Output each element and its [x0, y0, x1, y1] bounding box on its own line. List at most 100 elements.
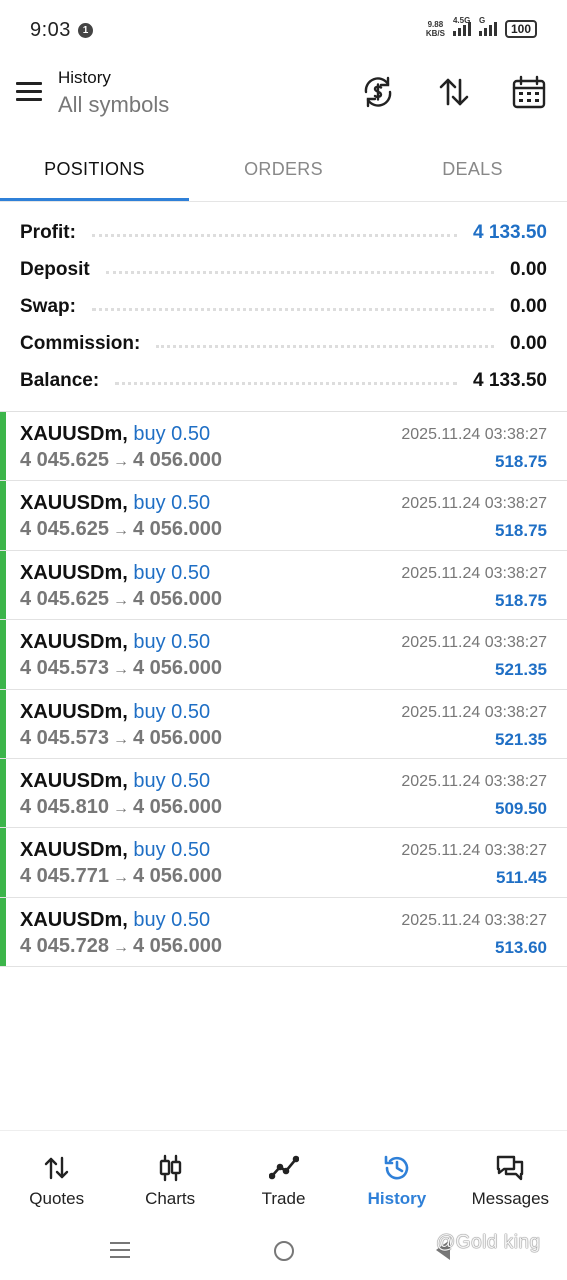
arrow-right-icon: →: [112, 938, 129, 956]
positions-list: XAUUSDm, buy 0.50 4 045.625 → 4 056.000 20…: [0, 412, 567, 968]
list-item[interactable]: XAUUSDm, buy 0.50 4 045.573 → 4 056.000 20…: [0, 620, 567, 690]
swap-label: Swap:: [20, 295, 76, 317]
close-price: 4 056.000: [132, 657, 222, 680]
calendar-icon[interactable]: [511, 74, 547, 110]
nav-messages[interactable]: Messages: [454, 1131, 567, 1222]
deal-profit: 513.60: [495, 937, 547, 957]
tab-orders[interactable]: ORDERS: [189, 140, 378, 201]
deal-side: buy 0.50: [133, 631, 211, 654]
status-bar: 9:03 1 9.88 KB/S 4.5G G 100: [0, 0, 567, 60]
nav-history[interactable]: History: [340, 1131, 453, 1222]
history-icon: [384, 1155, 409, 1180]
arrow-right-icon: →: [112, 799, 129, 817]
buy-indicator-bar: [0, 897, 6, 967]
deal-side: buy 0.50: [133, 561, 211, 584]
quotes-icon: [44, 1156, 68, 1180]
commission-value: 0.00: [510, 332, 547, 354]
close-price: 4 056.000: [132, 449, 222, 471]
symbol-filter[interactable]: All symbols: [58, 92, 169, 118]
deal-time: 2025.11.24 03:38:27: [401, 703, 547, 721]
network-speed-unit: KB/S: [425, 29, 445, 38]
status-time: 9:03: [30, 19, 71, 41]
deal-side: buy 0.50: [133, 908, 211, 931]
arrow-right-icon: →: [112, 591, 129, 609]
list-item[interactable]: XAUUSDm, buy 0.50 4 045.771 → 4 056.000 20…: [0, 828, 567, 898]
deal-time: 2025.11.24 03:38:27: [401, 842, 547, 860]
notification-badge: 1: [78, 23, 93, 38]
nav-charts[interactable]: Charts: [113, 1131, 226, 1222]
open-price: 4 045.625: [20, 449, 109, 471]
deposit-value: 0.00: [510, 258, 547, 280]
open-price: 4 045.625: [20, 587, 109, 610]
close-price: 4 056.000: [132, 795, 222, 818]
deal-profit: 518.75: [495, 452, 547, 471]
list-item[interactable]: XAUUSDm, buy 0.50 4 045.810 → 4 056.000 20…: [0, 758, 567, 829]
recent-apps-icon[interactable]: [110, 1242, 130, 1263]
battery-icon: 100: [504, 20, 537, 38]
swap-value: 0.00: [510, 295, 547, 317]
deal-profit: 521.35: [495, 660, 547, 680]
list-item[interactable]: XAUUSDm, buy 0.50 4 045.728 → 4 056.000 20…: [0, 897, 567, 968]
profit-value: 4 133.50: [473, 221, 547, 243]
open-price: 4 045.810: [20, 795, 109, 818]
nav-label: Trade: [261, 1189, 306, 1208]
dotted-leader: [91, 234, 458, 237]
tab-deals[interactable]: DEALS: [378, 140, 567, 201]
buy-indicator-bar: [0, 481, 6, 550]
signal-4g-icon: 4.5G: [452, 16, 471, 36]
home-icon[interactable]: [274, 1241, 294, 1261]
deal-profit: 521.35: [495, 729, 547, 749]
buy-indicator-bar: [0, 758, 6, 828]
signal-g-icon: G: [478, 16, 497, 36]
dotted-leader: [105, 271, 495, 274]
nav-quotes[interactable]: Quotes: [0, 1131, 113, 1222]
deal-profit: 518.75: [495, 590, 547, 610]
network-speed: 9.88 KB/S: [426, 20, 445, 38]
buy-indicator-bar: [0, 550, 6, 620]
nav-trade[interactable]: Trade: [227, 1131, 340, 1222]
deal-side: buy 0.50: [133, 423, 211, 445]
list-item[interactable]: XAUUSDm, buy 0.50 4 045.573 → 4 056.000 20…: [0, 689, 567, 759]
close-price: 4 056.000: [132, 587, 222, 610]
signal-4g-label: 4.5G: [452, 16, 471, 25]
buy-indicator-bar: [0, 620, 6, 689]
list-item[interactable]: XAUUSDm, buy 0.50 4 045.625 → 4 056.000 20…: [0, 550, 567, 621]
list-item[interactable]: XAUUSDm, buy 0.50 4 045.625 → 4 056.000 20…: [0, 412, 567, 482]
balance-value: 4 133.50: [473, 369, 547, 391]
profit-row: Profit: 4 133.50: [0, 214, 567, 251]
deal-side: buy 0.50: [133, 839, 211, 862]
deal-symbol: XAUUSDm,: [20, 700, 128, 723]
deal-symbol: XAUUSDm,: [20, 769, 128, 792]
network-speed-value: 9.88: [427, 20, 444, 29]
deal-symbol: XAUUSDm,: [20, 561, 128, 584]
trade-icon: [268, 1155, 299, 1180]
deal-symbol: XAUUSDm,: [20, 423, 128, 445]
currency-exchange-icon[interactable]: [360, 74, 396, 110]
deal-side: buy 0.50: [133, 700, 211, 723]
arrow-right-icon: →: [112, 869, 129, 887]
menu-icon[interactable]: [16, 82, 42, 102]
deal-time: 2025.11.24 03:38:27: [401, 911, 547, 929]
deal-side: buy 0.50: [133, 769, 211, 792]
arrow-right-icon: →: [112, 522, 129, 540]
app-header: History All symbols: [0, 60, 567, 140]
dotted-leader: [156, 345, 495, 348]
deal-time: 2025.11.24 03:38:27: [401, 426, 547, 443]
sort-icon[interactable]: [436, 74, 472, 110]
tab-positions[interactable]: POSITIONS: [0, 140, 189, 201]
deal-symbol: XAUUSDm,: [20, 492, 128, 515]
open-price: 4 045.573: [20, 726, 109, 749]
buy-indicator-bar: [0, 412, 6, 481]
deal-symbol: XAUUSDm,: [20, 908, 128, 931]
list-item[interactable]: XAUUSDm, buy 0.50 4 045.625 → 4 056.000 20…: [0, 481, 567, 551]
dotted-leader: [91, 308, 495, 311]
nav-label: Charts: [145, 1189, 196, 1208]
account-summary: Profit: 4 133.50 Deposit 0.00 Swap: 0.00…: [0, 214, 567, 399]
close-price: 4 056.000: [132, 865, 222, 888]
system-navigation: @Gold king: [0, 1222, 567, 1280]
deal-side: buy 0.50: [133, 492, 211, 515]
commission-label: Commission:: [20, 332, 141, 354]
nav-label: Messages: [471, 1189, 550, 1208]
deal-time: 2025.11.24 03:38:27: [401, 634, 547, 652]
close-price: 4 056.000: [132, 934, 222, 957]
